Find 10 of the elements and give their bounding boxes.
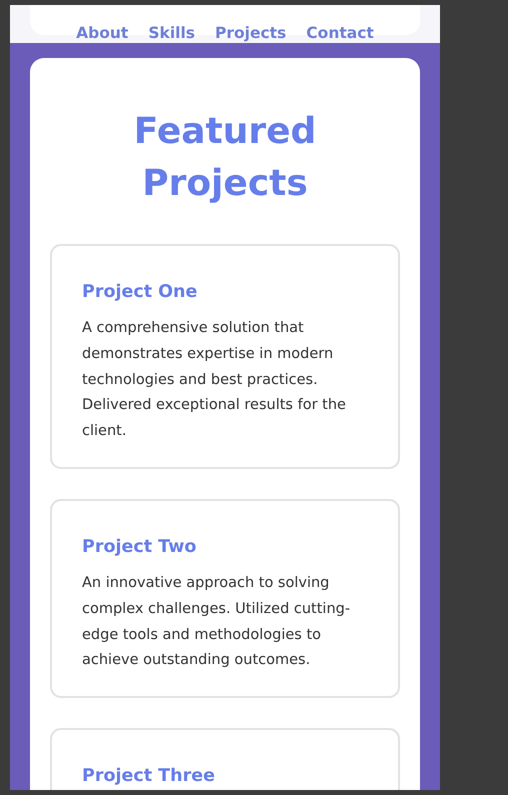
nav-link[interactable]: Projects: [214, 23, 286, 43]
section-title: Featured Projects: [132, 110, 318, 206]
nav-link[interactable]: About: [76, 23, 128, 43]
project-description: A comprehensive solution that demonstrates expertise in modern technologies and best practices. Delivered exceptional results for the client.: [82, 319, 347, 442]
project-description: An innovative approach to solving complex challenges. Utilized cutting-edge tools and methodologies to achieve outstanding outcomes.: [82, 574, 352, 670]
project-title: Project One: [82, 281, 198, 304]
nav-link[interactable]: Contact: [306, 23, 374, 43]
nav-link[interactable]: Skills: [148, 23, 195, 43]
project-title: Project Three: [82, 765, 216, 788]
project-title: Project Two: [82, 536, 198, 559]
